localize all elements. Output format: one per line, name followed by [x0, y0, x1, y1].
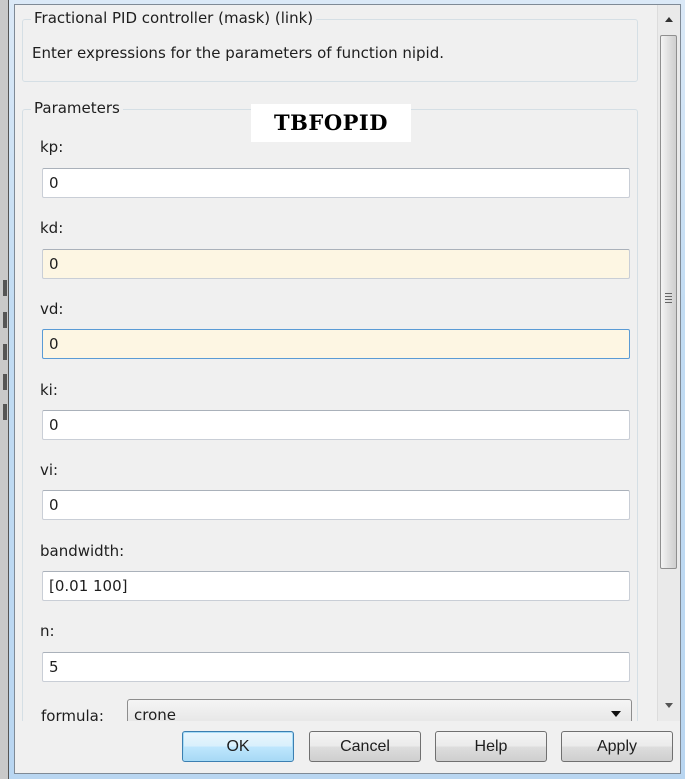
- bandwidth-input[interactable]: [0.01 100]: [42, 571, 630, 601]
- scrollbar-thumb[interactable]: [660, 35, 677, 569]
- block-description-group: Fractional PID controller (mask) (link) …: [22, 9, 638, 82]
- ok-button[interactable]: OK: [182, 731, 294, 762]
- kp-input[interactable]: 0: [42, 168, 630, 198]
- arrow-down-icon: [665, 703, 673, 708]
- help-button[interactable]: Help: [435, 731, 547, 762]
- mask-parameters-dialog: Fractional PID controller (mask) (link) …: [14, 4, 681, 774]
- vd-label: vd:: [40, 300, 64, 318]
- bandwidth-label: bandwidth:: [40, 542, 125, 560]
- block-description: Enter expressions for the parameters of …: [32, 44, 444, 62]
- parameters-title: Parameters: [31, 99, 123, 117]
- edge-notch: [3, 312, 7, 328]
- vi-input[interactable]: 0: [42, 490, 630, 520]
- scroll-down-button[interactable]: [658, 695, 680, 717]
- ki-label: ki:: [40, 381, 58, 399]
- kd-input[interactable]: 0: [42, 249, 630, 279]
- block-title: Fractional PID controller (mask) (link): [31, 9, 317, 27]
- cancel-button[interactable]: Cancel: [309, 731, 421, 762]
- formula-select[interactable]: crone: [127, 699, 632, 721]
- edge-notch: [3, 374, 7, 390]
- kp-label: kp:: [40, 138, 64, 156]
- edge-notch: [3, 404, 7, 420]
- n-label: n:: [40, 622, 55, 640]
- apply-button[interactable]: Apply: [561, 731, 673, 762]
- vd-input[interactable]: 0: [42, 329, 630, 359]
- chevron-down-icon: [611, 711, 621, 717]
- window-frame: Fractional PID controller (mask) (link) …: [0, 0, 685, 779]
- grip-icon: [665, 293, 672, 303]
- parameters-scroll-area: Fractional PID controller (mask) (link) …: [15, 5, 680, 721]
- n-input[interactable]: 5: [42, 652, 630, 682]
- vertical-scrollbar[interactable]: [657, 5, 680, 721]
- tbfopid-overlay-label: TBFOPID: [251, 104, 411, 142]
- formula-selected-value: crone: [134, 706, 176, 721]
- edge-notch: [3, 344, 7, 360]
- formula-label: formula:: [41, 707, 104, 721]
- kd-label: kd:: [40, 219, 64, 237]
- vi-label: vi:: [40, 461, 59, 479]
- scroll-up-button[interactable]: [658, 9, 680, 31]
- arrow-up-icon: [665, 17, 673, 22]
- background-window-edge: [0, 0, 9, 779]
- ki-input[interactable]: 0: [42, 410, 630, 440]
- edge-notch: [3, 280, 7, 296]
